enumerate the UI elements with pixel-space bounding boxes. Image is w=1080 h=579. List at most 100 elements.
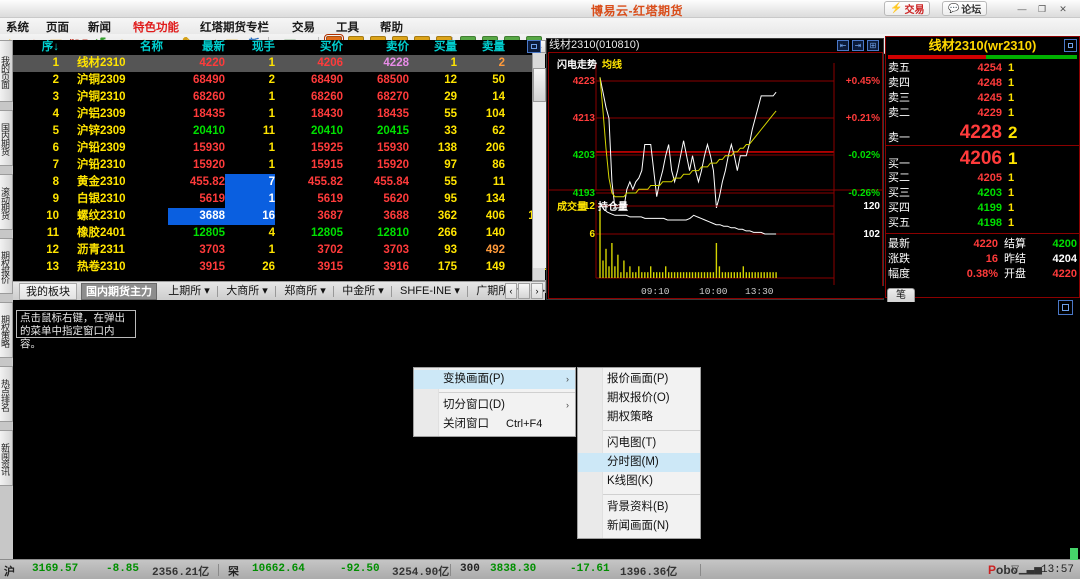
quote-detail-panel[interactable]: 线材2310(wr2310) 卖五42541卖四42481卖三42451卖二42… [885,36,1080,298]
sector-tab-separator [467,286,468,297]
tick-tab[interactable]: 笔 [887,288,915,302]
context-menu-submenu[interactable]: 报价画面(P)期权报价(O)期权策略闪电图(T)分时图(M)K线图(K) 背景资料… [577,367,701,539]
menu-item-label: 新闻画面(N) [607,520,669,532]
sector-tab-4[interactable]: 郑商所 ▾ [279,283,331,300]
menu-item-5[interactable]: 交易 [292,19,315,35]
menu-item-3[interactable]: 特色功能 [133,19,179,35]
table-row[interactable]: 1线材23104220142064228128916 [13,55,532,72]
context-menu-primary[interactable]: 变换画面(P)› 切分窗口(D)›关闭窗口Ctrl+F4 [413,367,576,437]
menu-item-4[interactable]: 红塔期货专栏 [200,19,269,35]
menu-item-ctxmenu1-0[interactable]: 变换画面(P)› [414,370,575,389]
level-qty: 1 [1008,106,1014,121]
table-row[interactable]: 2沪铜23096849026849068500125056427510 [13,72,532,89]
tab-scroll-right[interactable]: › [531,283,543,299]
column-header-4[interactable]: 买价 [320,40,343,55]
menu-item-0[interactable]: 系统 [6,19,29,35]
right-panel-marker-icon[interactable] [1058,300,1073,315]
sector-tab-6[interactable]: SHFE-INE ▾ [395,283,465,300]
ask-level-2[interactable]: 卖二42291 [886,106,1079,121]
quote-panel-maximize-icon[interactable] [527,40,541,53]
menu-item-7[interactable]: 帮助 [380,19,403,35]
close-button[interactable]: ✕ [1056,3,1070,15]
menu-item-ctxmenu1-2[interactable]: 切分窗口(D)› [414,396,575,415]
sector-tab-5[interactable]: 中金所 ▾ [337,283,389,300]
scroll-thumb[interactable] [533,68,546,102]
sidebar-item-6[interactable]: 新闻资讯 [0,430,13,486]
column-header-7[interactable]: 卖量 [482,40,505,55]
column-header-2[interactable]: 最新 [202,40,225,55]
menu-item-ctxmenu2-6[interactable]: K线图(K) [578,472,700,491]
sidebar-item-3[interactable]: 期权报价 [0,238,13,294]
bid-level-5[interactable]: 买五41981 [886,216,1079,231]
cell-highlight [225,174,275,191]
table-row[interactable]: 4沪铝2309184351184301843555104151128130 [13,106,532,123]
menu-item-ctxmenu2-4[interactable]: 闪电图(T) [578,434,700,453]
menu-item-2[interactable]: 新闻 [88,19,111,35]
column-header-0[interactable]: 序↓ [42,40,59,55]
level-price: 4205 [940,171,1002,186]
detail-maximize-icon[interactable] [1064,39,1077,52]
cell-bid: 68260 [311,89,343,106]
menu-item-ctxmenu2-8[interactable]: 背景资料(B) [578,498,700,517]
sidebar-item-0[interactable]: 我的页面 [0,40,13,102]
sector-tab-separator [275,286,276,297]
column-header-6[interactable]: 买量 [434,40,457,55]
table-row[interactable]: 5沪锌2309204101120410204153362117659-35 [13,123,532,140]
tab-scroll-left[interactable]: ‹ [505,283,517,299]
ask-level-4[interactable]: 卖四42481 [886,76,1079,91]
tab-scroll-thumb[interactable] [518,283,530,299]
menu-item-ctxmenu1-3[interactable]: 关闭窗口Ctrl+F4 [414,415,575,434]
bid-level-1[interactable]: 买一42061 [886,147,1079,171]
ask-level-1[interactable]: 卖一42282 [886,121,1079,145]
quote-table-scrollbar[interactable]: ▲ ▼ [532,40,545,293]
table-row[interactable]: 12沥青231137031370237039349234921063 [13,242,532,259]
table-row[interactable]: 11橡胶2401128054128051281026614092061-70 [13,225,532,242]
chart-body[interactable]: 闪电走势 均线 成交量 持仓量 4223 4213 4203 4193 +0.4… [548,52,883,299]
table-row[interactable]: 13热卷23103915263915391617514941924415 [13,259,532,276]
menu-item-ctxmenu2-9[interactable]: 新闻画面(N) [578,517,700,536]
table-row[interactable]: 9白银231056191561956209513444022213 [13,191,532,208]
table-row[interactable]: 3沪铜23106826016826068270291432678500 [13,89,532,106]
quote-table[interactable]: 序↓名称最新现手买价卖价买量卖量成交量涨跌 1线材231042201420642… [13,40,545,278]
forum-button[interactable]: 💬 论坛 [942,1,987,16]
sector-tab-1[interactable]: 国内期货主力 [81,283,157,300]
cell-last: 3703 [199,242,225,259]
sidebar-item-4[interactable]: 期权策略 [0,302,13,358]
column-header-3[interactable]: 现手 [252,40,275,55]
table-row[interactable]: 8黄金2310455.827455.82455.8455111124970.16 [13,174,532,191]
table-row[interactable]: 7沪铅2310159201159151592097861292830 [13,157,532,174]
sidebar-item-2[interactable]: 滚动期货 [0,174,13,230]
index-2-amount: 1396.36亿 [620,563,677,579]
sector-tab-3[interactable]: 大商所 ▾ [221,283,273,300]
bid-level-4[interactable]: 买四41991 [886,201,1079,216]
cell-last: 3915 [199,259,225,276]
sector-tab-0[interactable]: 我的板块 [19,283,77,300]
sidebar-item-1[interactable]: 国内期货 [0,110,13,166]
sidebar-item-5[interactable]: 热点排名 [0,366,13,422]
sector-tab-bar[interactable]: 我的板块国内期货主力上期所 ▾ 大商所 ▾ 郑商所 ▾ 中金所 ▾ SHFE-INE ▾… [13,281,545,300]
minimize-button[interactable]: — [1015,3,1029,15]
bid-level-2[interactable]: 买二42051 [886,171,1079,186]
split-grid-icon[interactable]: ⊞ [867,40,879,51]
split-left-icon[interactable]: ⇤ [837,40,849,51]
bid-level-3[interactable]: 买三42031 [886,186,1079,201]
menu-item-ctxmenu2-0[interactable]: 报价画面(P) [578,370,700,389]
menu-item-ctxmenu2-5[interactable]: 分时图(M) [578,453,700,472]
scroll-track[interactable] [533,68,546,268]
menu-item-ctxmenu2-2[interactable]: 期权策略 [578,408,700,427]
menu-item-ctxmenu2-1[interactable]: 期权报价(O) [578,389,700,408]
chart-panel[interactable]: 线材2310(010810) ⇤ ⇥ ⊞ 闪电走势 均线 成交量 持仓量 422… [546,38,884,300]
split-right-icon[interactable]: ⇥ [852,40,864,51]
cell-no: 12 [46,242,59,259]
column-header-1[interactable]: 名称 [140,40,163,55]
menu-item-6[interactable]: 工具 [336,19,359,35]
menu-item-1[interactable]: 页面 [46,19,69,35]
ask-level-5[interactable]: 卖五42541 [886,61,1079,76]
maximize-button[interactable]: ❐ [1035,3,1049,15]
sector-tab-2[interactable]: 上期所 ▾ [163,283,215,300]
table-row[interactable]: 10螺纹231036881636873688362406127284031 [13,208,532,225]
column-header-5[interactable]: 卖价 [386,40,409,55]
ask-level-3[interactable]: 卖三42451 [886,91,1079,106]
table-row[interactable]: 6沪铅230915930115925159301382062744030 [13,140,532,157]
trade-button[interactable]: ⚡ 交易 [884,1,930,16]
